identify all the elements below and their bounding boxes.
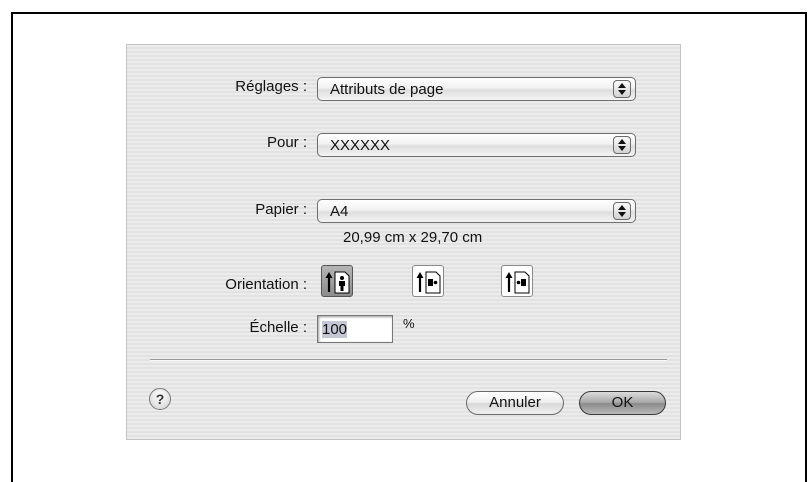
settings-popup[interactable]: Attributs de page xyxy=(317,77,636,101)
ok-button[interactable]: OK xyxy=(579,391,666,415)
format-for-value: XXXXXX xyxy=(330,137,391,154)
help-button[interactable]: ? xyxy=(149,388,171,410)
paper-label: Papier : xyxy=(255,201,307,218)
paper-size-text: 20,99 cm x 29,70 cm xyxy=(343,229,483,246)
scale-unit: % xyxy=(403,316,415,331)
settings-label: Réglages : xyxy=(235,78,307,95)
portrait-person-icon xyxy=(325,271,350,294)
scale-value: 100 xyxy=(322,321,348,338)
scale-label: Échelle : xyxy=(249,319,307,336)
orientation-landscape-left-button[interactable] xyxy=(412,265,444,297)
orientation-label: Orientation : xyxy=(225,276,307,293)
landscape-left-icon xyxy=(416,271,441,294)
settings-value: Attributs de page xyxy=(330,81,444,98)
format-for-label: Pour : xyxy=(266,134,307,151)
popup-arrows-icon xyxy=(613,202,631,220)
separator xyxy=(150,359,667,361)
landscape-right-icon xyxy=(505,271,530,294)
paper-value: A4 xyxy=(330,203,349,220)
paper-popup[interactable]: A4 xyxy=(317,199,636,223)
scale-input[interactable]: 100 xyxy=(317,315,393,343)
popup-arrows-icon xyxy=(613,80,631,98)
help-icon: ? xyxy=(155,391,165,407)
popup-arrows-icon xyxy=(613,136,631,154)
orientation-portrait-button[interactable] xyxy=(321,265,353,297)
format-for-popup[interactable]: XXXXXX xyxy=(317,133,636,157)
cancel-button[interactable]: Annuler xyxy=(466,391,564,415)
page-setup-dialog: Réglages : Attributs de page Pour : XXXX… xyxy=(126,44,681,440)
orientation-landscape-right-button[interactable] xyxy=(501,265,533,297)
